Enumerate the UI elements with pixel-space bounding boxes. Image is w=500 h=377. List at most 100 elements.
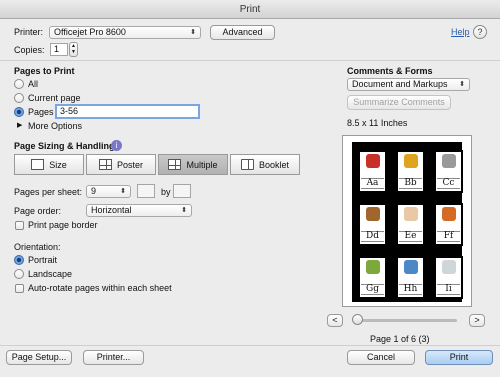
- card-letters: Ff: [437, 231, 460, 242]
- card-letters: Bb: [399, 178, 422, 189]
- print-button[interactable]: Print: [425, 350, 493, 365]
- preview-card-face: Ii: [436, 258, 461, 297]
- popup-arrows-icon: ⬍: [181, 207, 187, 214]
- page-setup-button[interactable]: Page Setup...: [6, 350, 72, 365]
- printer-select[interactable]: Officejet Pro 8600 ⬍: [49, 26, 201, 39]
- comments-forms-value: Document and Markups: [352, 79, 448, 89]
- pages-range-input[interactable]: 3-56: [55, 104, 200, 119]
- preview-card: Ff: [434, 203, 463, 246]
- summarize-comments-button[interactable]: Summarize Comments: [347, 95, 451, 110]
- current-page-label: Current page: [28, 93, 81, 103]
- pages-per-sheet-label: Pages per sheet:: [14, 187, 83, 197]
- multiple-label: Multiple: [186, 159, 218, 170]
- page-order-value: Horizontal: [91, 205, 132, 215]
- booklet-icon: [240, 159, 254, 170]
- preview-card-face: Dd: [360, 205, 385, 244]
- preview-card-face: Ee: [398, 205, 423, 244]
- poster-label: Poster: [116, 159, 143, 170]
- pages-to-print-heading: Pages to Print: [14, 66, 75, 76]
- card-illustration: [365, 207, 380, 221]
- landscape-radio[interactable]: [14, 269, 24, 279]
- preview-card: Dd: [358, 203, 387, 246]
- card-letters: Ii: [437, 284, 460, 295]
- card-illustration: [365, 154, 380, 168]
- booklet-label: Booklet: [258, 159, 290, 170]
- preview-card: Aa: [358, 150, 387, 193]
- copies-label: Copies:: [14, 45, 45, 55]
- poster-icon: [98, 159, 112, 170]
- preview-card-face: Cc: [436, 152, 461, 191]
- paper-size-label: 8.5 x 11 Inches: [347, 118, 408, 128]
- pages-radio[interactable]: [14, 107, 24, 117]
- preview-card-face: Aa: [360, 152, 385, 191]
- disclosure-triangle-icon[interactable]: ▶: [17, 121, 22, 129]
- preview-card: Gg: [358, 256, 387, 299]
- previous-page-button[interactable]: <: [327, 314, 343, 327]
- preview-card-face: Bb: [398, 152, 423, 191]
- page-order-select[interactable]: Horizontal ⬍: [86, 204, 192, 217]
- current-page-radio[interactable]: [14, 93, 24, 103]
- info-icon[interactable]: i: [111, 140, 122, 151]
- advanced-button[interactable]: Advanced: [210, 25, 275, 40]
- page-status: Page 1 of 6 (3): [370, 334, 430, 344]
- page-slider-track[interactable]: [357, 319, 457, 322]
- copies-stepper[interactable]: ▲ ▼: [69, 42, 78, 57]
- card-letters: Cc: [437, 178, 460, 189]
- popup-arrows-icon: ⬍: [190, 29, 196, 36]
- preview-card-face: Gg: [360, 258, 385, 297]
- all-label: All: [28, 79, 39, 89]
- comments-forms-heading: Comments & Forms: [347, 66, 433, 76]
- multiple-icon: [168, 159, 182, 170]
- print-preview: Aa Bb Cc Dd Ee Ff Gg Hh Ii: [342, 135, 472, 307]
- columns-field[interactable]: [137, 184, 155, 198]
- window-title: Print: [239, 4, 261, 15]
- card-illustration: [441, 154, 456, 168]
- more-options-toggle[interactable]: More Options: [28, 121, 82, 131]
- preview-card: Cc: [434, 150, 463, 193]
- all-radio[interactable]: [14, 79, 24, 89]
- window-title-bar: Print: [0, 0, 500, 19]
- size-button[interactable]: Size: [14, 154, 84, 175]
- preview-card-face: Ff: [436, 205, 461, 244]
- preview-sheet: Aa Bb Cc Dd Ee Ff Gg Hh Ii: [352, 142, 463, 302]
- printer-label: Printer:: [14, 27, 44, 37]
- preview-card: Hh: [396, 256, 425, 299]
- pages-per-sheet-select[interactable]: 9 ⬍: [86, 185, 131, 198]
- card-illustration: [441, 260, 456, 274]
- popup-arrows-icon: ⬍: [459, 81, 465, 88]
- size-label: Size: [49, 159, 67, 170]
- pages-label: Pages: [28, 107, 54, 117]
- cancel-button[interactable]: Cancel: [347, 350, 415, 365]
- auto-rotate-checkbox[interactable]: [15, 284, 24, 293]
- card-letters: Ee: [399, 231, 422, 242]
- portrait-label: Portrait: [28, 255, 58, 265]
- separator: [0, 60, 500, 61]
- copies-field[interactable]: 1: [50, 43, 68, 56]
- booklet-button[interactable]: Booklet: [230, 154, 300, 175]
- preview-card: Bb: [396, 150, 425, 193]
- by-label: by: [161, 187, 171, 197]
- printer-button[interactable]: Printer...: [83, 350, 144, 365]
- card-letters: Gg: [361, 284, 384, 295]
- poster-button[interactable]: Poster: [86, 154, 156, 175]
- card-illustration: [403, 207, 418, 221]
- page-slider-thumb[interactable]: [352, 314, 363, 325]
- help-link[interactable]: Help: [451, 27, 470, 37]
- size-icon: [31, 159, 45, 170]
- card-letters: Hh: [399, 284, 422, 295]
- separator: [0, 345, 500, 346]
- help-icon[interactable]: ?: [473, 25, 487, 39]
- comments-forms-select[interactable]: Document and Markups ⬍: [347, 78, 470, 91]
- card-letters: Dd: [361, 231, 384, 242]
- pages-per-sheet-value: 9: [91, 186, 97, 196]
- portrait-radio[interactable]: [14, 255, 24, 265]
- print-page-border-checkbox[interactable]: [15, 221, 24, 230]
- popup-arrows-icon: ⬍: [120, 188, 126, 195]
- card-illustration: [441, 207, 456, 221]
- rows-field[interactable]: [173, 184, 191, 198]
- card-illustration: [403, 260, 418, 274]
- page-sizing-heading: Page Sizing & Handling: [14, 141, 115, 151]
- next-page-button[interactable]: >: [469, 314, 485, 327]
- card-illustration: [403, 154, 418, 168]
- multiple-button[interactable]: Multiple: [158, 154, 228, 175]
